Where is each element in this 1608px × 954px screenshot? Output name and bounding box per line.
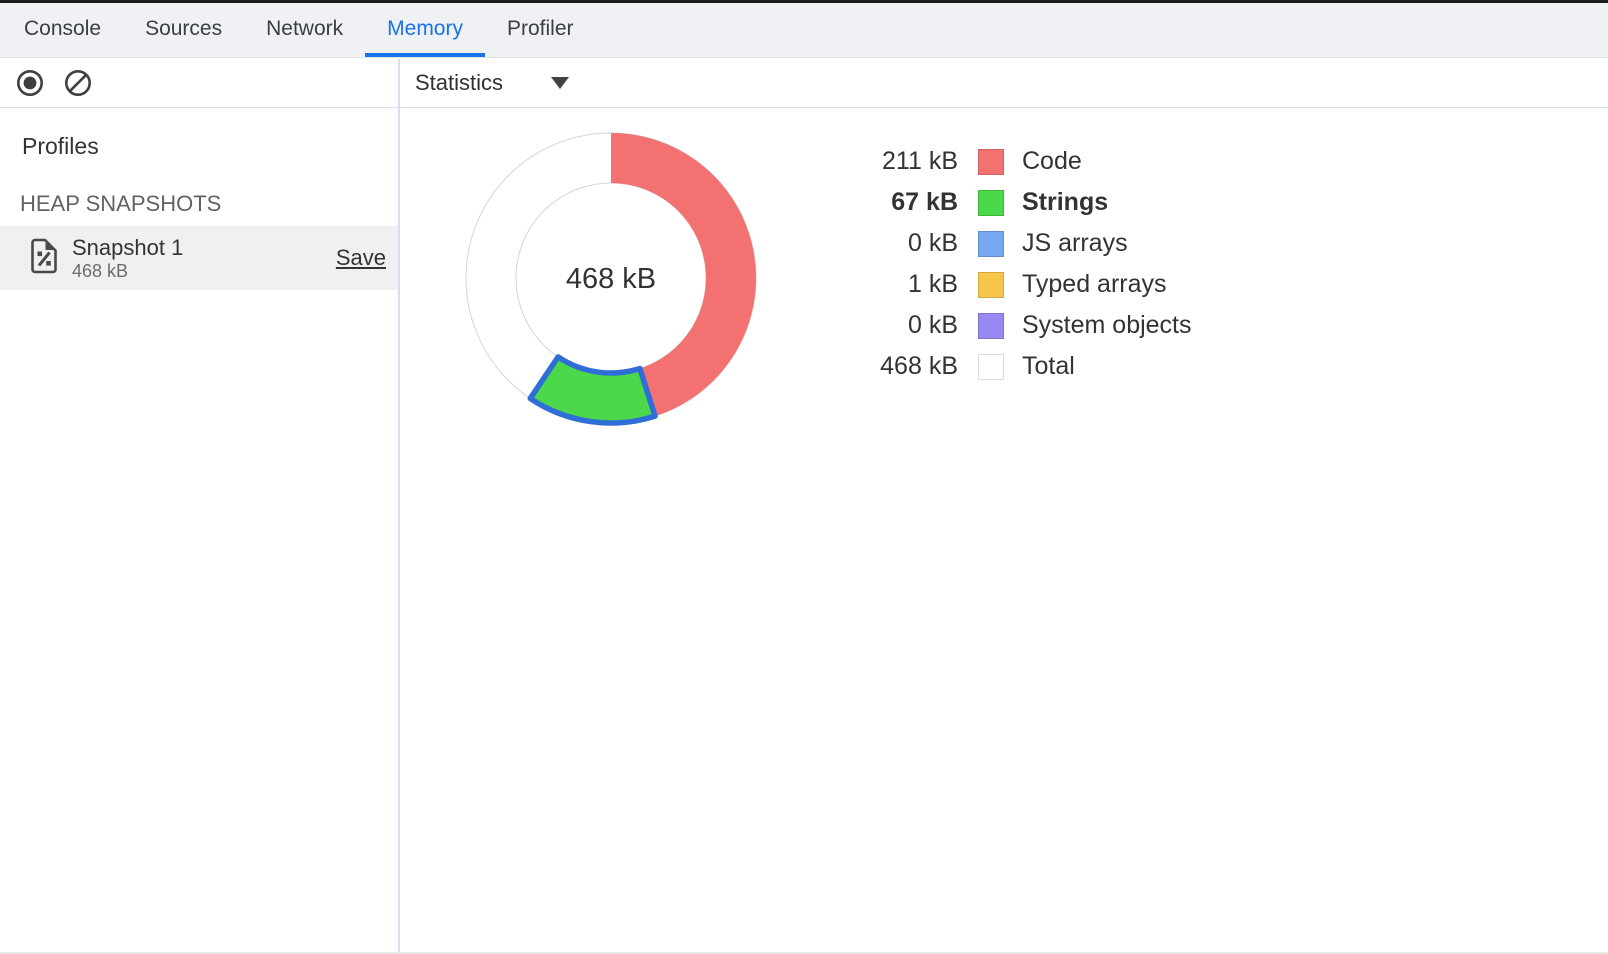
view-select[interactable]: Statistics bbox=[415, 59, 569, 107]
tab-profiler[interactable]: Profiler bbox=[485, 4, 596, 57]
memory-toolbar: Statistics bbox=[0, 59, 1608, 108]
legend-label: Code bbox=[1022, 147, 1082, 176]
legend-row-total: 468 kB Total bbox=[858, 346, 1192, 387]
record-icon[interactable] bbox=[16, 69, 44, 97]
tab-network[interactable]: Network bbox=[244, 4, 365, 57]
statistics-view: 468 kB 211 kB Code 67 kB Strings 0 kB JS arra… bbox=[400, 109, 1608, 954]
save-link[interactable]: Save bbox=[336, 245, 386, 271]
legend-row-code: 211 kB Code bbox=[858, 141, 1192, 182]
donut-center-label: 468 kB bbox=[566, 263, 656, 295]
legend-row-typed-arrays: 1 kB Typed arrays bbox=[858, 264, 1192, 305]
legend-label: Strings bbox=[1022, 188, 1108, 217]
legend-label: System objects bbox=[1022, 311, 1192, 340]
legend-label: Total bbox=[1022, 352, 1075, 381]
memory-donut-chart: 468 kB bbox=[451, 118, 771, 438]
legend-value: 0 kB bbox=[858, 229, 958, 258]
heap-snapshots-heading: HEAP SNAPSHOTS bbox=[20, 191, 221, 217]
legend-swatch-icon bbox=[978, 231, 1004, 257]
legend-label: JS arrays bbox=[1022, 229, 1128, 258]
snapshot-list-item[interactable]: Snapshot 1 468 kB Save bbox=[0, 226, 398, 290]
legend-swatch-icon bbox=[978, 149, 1004, 175]
devtools-tabbar: Console Sources Network Memory Profiler bbox=[0, 3, 1608, 58]
chart-legend: 211 kB Code 67 kB Strings 0 kB JS arrays 1 kB T… bbox=[858, 141, 1192, 387]
donut-slice-strings[interactable] bbox=[530, 357, 655, 423]
legend-swatch-icon bbox=[978, 354, 1004, 380]
snapshot-size: 468 kB bbox=[72, 261, 183, 281]
snapshot-info: Snapshot 1 468 kB bbox=[72, 235, 183, 281]
legend-row-strings: 67 kB Strings bbox=[858, 182, 1192, 223]
legend-value: 1 kB bbox=[858, 270, 958, 299]
view-select-value: Statistics bbox=[415, 70, 503, 96]
legend-row-system-objects: 0 kB System objects bbox=[858, 305, 1192, 346]
profiles-sidebar: Profiles HEAP SNAPSHOTS Snapshot 1 468 k… bbox=[0, 109, 398, 954]
legend-value: 0 kB bbox=[858, 311, 958, 340]
tab-sources[interactable]: Sources bbox=[123, 4, 244, 57]
legend-swatch-icon bbox=[978, 190, 1004, 216]
chevron-down-icon bbox=[551, 77, 569, 89]
profiles-heading: Profiles bbox=[22, 133, 99, 160]
heap-snapshot-icon bbox=[29, 237, 59, 280]
clear-all-icon[interactable] bbox=[64, 69, 92, 97]
legend-value: 211 kB bbox=[858, 147, 958, 176]
legend-label: Typed arrays bbox=[1022, 270, 1167, 299]
tab-console[interactable]: Console bbox=[2, 4, 123, 57]
legend-swatch-icon bbox=[978, 272, 1004, 298]
legend-value: 67 kB bbox=[858, 188, 958, 217]
legend-swatch-icon bbox=[978, 313, 1004, 339]
tab-memory[interactable]: Memory bbox=[365, 4, 485, 57]
legend-value: 468 kB bbox=[858, 352, 958, 381]
snapshot-title: Snapshot 1 bbox=[72, 235, 183, 261]
legend-row-js-arrays: 0 kB JS arrays bbox=[858, 223, 1192, 264]
